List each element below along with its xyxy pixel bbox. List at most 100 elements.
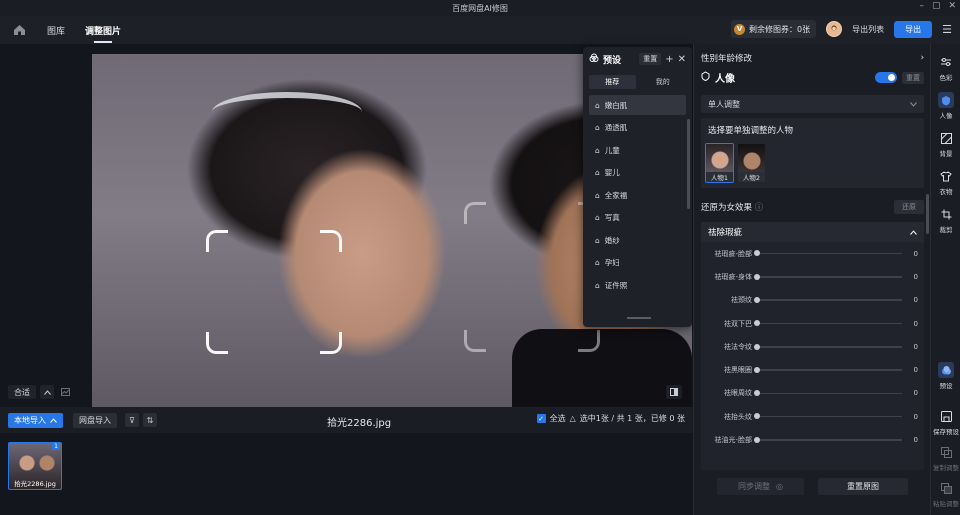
- file-name: 拾光2286.jpg: [327, 418, 392, 429]
- slider-row[interactable]: 祛瑕疵-脸部 0: [701, 242, 924, 265]
- face-frame-1[interactable]: [206, 230, 342, 354]
- chevron-up-icon: [910, 229, 917, 235]
- rail-save-preset[interactable]: 保存预设: [931, 408, 960, 436]
- export-button[interactable]: 导出: [894, 20, 933, 38]
- person-1-thumb[interactable]: 人物1: [705, 143, 734, 183]
- zoom-controls: 合适: [8, 385, 72, 399]
- tab-adjust-image[interactable]: 调整图片: [85, 18, 121, 43]
- portrait-toggle[interactable]: [875, 72, 897, 83]
- rail-clothing[interactable]: 衣物: [931, 168, 960, 196]
- background-icon: [938, 130, 954, 146]
- maximize-icon[interactable]: ▢: [932, 1, 941, 11]
- person-select-box: 选择要单独调整的人物 人物1 人物2: [701, 118, 924, 188]
- window-title: 百度网盘AI修图: [452, 3, 508, 13]
- slider-track: [754, 251, 902, 256]
- menu-icon[interactable]: ☰: [942, 23, 952, 36]
- thumb-count: 1: [52, 443, 60, 450]
- slider-track: [754, 414, 902, 419]
- warning-icon: △: [569, 414, 576, 423]
- add-icon[interactable]: +: [665, 54, 673, 65]
- slider-row[interactable]: 祛双下巴 0: [701, 312, 924, 335]
- thumb-label: 拾光2286.jpg: [14, 480, 56, 488]
- slider-row[interactable]: 祛抬头纹 0: [701, 405, 924, 428]
- quota-text: 剩余修图券：0张: [749, 24, 811, 34]
- preset-item[interactable]: ⌂ 通透肌: [589, 118, 686, 138]
- slider-row[interactable]: 祛颈纹 0: [701, 289, 924, 312]
- rail-color[interactable]: 色彩: [931, 54, 960, 82]
- save-icon: [938, 408, 954, 424]
- chevron-right-icon[interactable]: ›: [921, 53, 924, 63]
- preset-item[interactable]: ⌂ 儿童: [589, 140, 686, 160]
- local-import-button[interactable]: 本地导入: [8, 412, 63, 428]
- rail-preset[interactable]: 预设: [931, 362, 960, 390]
- slider-row[interactable]: 祛法令纹 0: [701, 335, 924, 358]
- compare-icon[interactable]: [666, 385, 682, 399]
- chevron-up-icon[interactable]: [40, 385, 54, 399]
- fit-button[interactable]: 合适: [8, 385, 36, 399]
- slider-track: [754, 320, 902, 326]
- preset-item[interactable]: ⌂ 全家福: [589, 185, 686, 205]
- chevron-down-icon: [910, 101, 917, 107]
- sync-adjust-button[interactable]: 同步调整 ◎: [717, 478, 804, 495]
- rail-portrait[interactable]: 人像: [931, 92, 960, 120]
- quota-badge[interactable]: V 剩余修图券：0张: [731, 20, 817, 38]
- mode-dropdown[interactable]: 单人调整: [701, 95, 924, 113]
- slider-row[interactable]: 祛黑眼圈 0: [701, 358, 924, 381]
- panel-scrollbar[interactable]: [926, 194, 929, 234]
- preset-reset-button[interactable]: 重置: [639, 53, 662, 65]
- person-2-thumb[interactable]: 人物2: [737, 143, 766, 183]
- preset-item[interactable]: ⌂ 嫩白肌: [589, 95, 686, 115]
- home-icon[interactable]: [11, 22, 27, 38]
- rail-crop[interactable]: 裁剪: [931, 206, 960, 234]
- export-list-link[interactable]: 导出列表: [852, 24, 884, 35]
- preset-title: 预设: [603, 55, 622, 66]
- slider-list: 祛瑕疵-脸部 0 祛瑕疵-身体 0 祛颈纹 0 祛双下巴 0 祛法令纹 0 祛黑眼圈 0 祛…: [701, 242, 924, 470]
- chevron-up-icon: [50, 417, 57, 423]
- preset-scrollbar[interactable]: [687, 119, 690, 209]
- filter-icon[interactable]: ⊽: [125, 413, 139, 427]
- slider-track: [754, 437, 902, 442]
- section-blemish[interactable]: 祛除瑕疵: [701, 222, 924, 242]
- tag-icon: ⌂: [595, 280, 600, 290]
- preset-icon: [589, 53, 599, 66]
- preset-item[interactable]: ⌂ 婚纱: [589, 230, 686, 250]
- thumbnail[interactable]: 1 拾光2286.jpg: [8, 442, 62, 490]
- adjust-panel: 性别年龄修改 › 人像 重置 单人调整 选择要单独调整的人物 人物1 人物2 还…: [693, 44, 930, 515]
- tag-icon: ⌂: [595, 123, 600, 132]
- tab-mine[interactable]: 我的: [640, 75, 687, 89]
- minimize-icon[interactable]: –: [919, 1, 924, 11]
- rail-copy-adjust[interactable]: 复制调整: [931, 444, 960, 472]
- close-icon[interactable]: ✕: [948, 1, 956, 11]
- paste-icon: [938, 480, 954, 496]
- tag-icon: ⌂: [595, 235, 600, 245]
- rail-background[interactable]: 背景: [931, 130, 960, 158]
- select-all-checkbox[interactable]: ✓: [536, 414, 546, 423]
- face-frame-2[interactable]: [464, 202, 600, 352]
- cloud-import-button[interactable]: 网盘导入: [73, 412, 117, 428]
- minimap-icon[interactable]: [58, 385, 72, 399]
- preset-item[interactable]: ⌂ 证件照: [589, 275, 686, 295]
- slider-track: [754, 367, 902, 372]
- slider-row[interactable]: 祛眼周纹 0: [701, 382, 924, 405]
- preset-item[interactable]: ⌂ 婴儿: [589, 163, 686, 183]
- slider-row[interactable]: 祛瑕疵-身体 0: [701, 265, 924, 288]
- portrait-reset-button[interactable]: 重置: [902, 71, 924, 84]
- tab-recommended[interactable]: 推荐: [589, 75, 636, 89]
- tab-gallery[interactable]: 图库: [47, 18, 65, 43]
- select-all-label[interactable]: 全选: [550, 413, 566, 424]
- thumbnail-strip: 1 拾光2286.jpg: [0, 433, 693, 515]
- selection-status: 选中1张 / 共 1 张，已修 0 张: [579, 414, 685, 423]
- sort-icon[interactable]: ⇅: [143, 413, 157, 427]
- restore-button[interactable]: 还原: [894, 200, 924, 214]
- preset-item[interactable]: ⌂ 孕妇: [589, 253, 686, 273]
- slider-track: [754, 344, 902, 349]
- tool-rail: 色彩 人像 背景 衣物 裁剪 预设 保存预设 复制调整 粘贴调整: [930, 44, 960, 515]
- close-icon[interactable]: ✕: [678, 54, 686, 65]
- slider-row[interactable]: 祛油光-脸部 0: [701, 428, 924, 451]
- rail-paste-adjust[interactable]: 粘贴调整: [931, 480, 960, 508]
- tag-icon: ⌂: [595, 100, 600, 110]
- preset-item[interactable]: ⌂ 写真: [589, 208, 686, 228]
- avatar[interactable]: [826, 21, 843, 37]
- reset-original-button[interactable]: 重置原图: [818, 478, 908, 495]
- preset-popup: 预设 重置 + ✕ 推荐 我的 ⌂ 嫩白肌 ⌂ 通透肌 ⌂ 儿童 ⌂ 婴儿 ⌂ 全家福 ⌂…: [583, 47, 692, 327]
